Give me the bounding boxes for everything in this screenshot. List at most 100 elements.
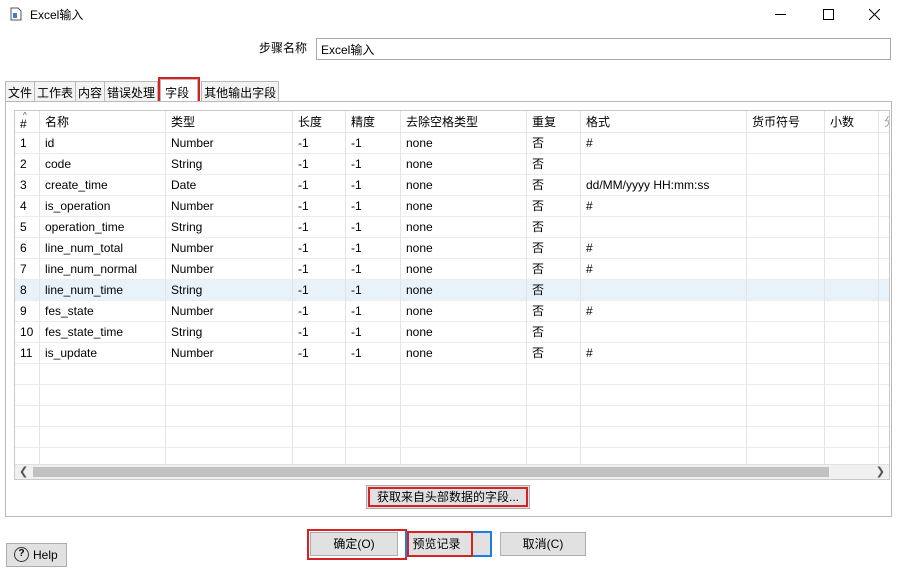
tab-content[interactable]: 内容	[75, 81, 106, 101]
cell-precision[interactable]	[346, 427, 401, 448]
cell-decimal[interactable]	[825, 154, 879, 175]
cell-repeat[interactable]: 否	[527, 196, 581, 217]
cell-repeat[interactable]: 否	[527, 280, 581, 301]
cell-currency[interactable]	[747, 280, 825, 301]
scroll-left-icon[interactable]: ❮	[19, 465, 28, 479]
cell-format[interactable]: #	[581, 133, 747, 154]
cell-length[interactable]: -1	[293, 154, 346, 175]
cell-format[interactable]: #	[581, 343, 747, 364]
cell-grouping[interactable]	[879, 385, 889, 406]
tab-file[interactable]: 文件	[5, 81, 36, 101]
scroll-right-icon[interactable]: ❯	[876, 465, 885, 479]
cell-precision[interactable]: -1	[346, 343, 401, 364]
cell-grouping[interactable]	[879, 175, 889, 196]
horizontal-scrollbar[interactable]: ❮ ❯	[15, 464, 889, 479]
cell-format[interactable]: #	[581, 259, 747, 280]
table-row[interactable]: 5 operation_time String -1 -1 none 否	[15, 217, 889, 238]
table-row[interactable]	[15, 406, 889, 427]
cell-precision[interactable]: -1	[346, 133, 401, 154]
cell-decimal[interactable]	[825, 217, 879, 238]
cell-length[interactable]	[293, 427, 346, 448]
table-row[interactable]	[15, 385, 889, 406]
cell-name[interactable]: line_num_time	[40, 280, 166, 301]
cell-name[interactable]: id	[40, 133, 166, 154]
cell-grouping[interactable]	[879, 280, 889, 301]
column-header-length[interactable]: 长度	[293, 111, 346, 133]
cell-decimal[interactable]	[825, 196, 879, 217]
cell-trim-type[interactable]: none	[401, 301, 527, 322]
cell-precision[interactable]: -1	[346, 175, 401, 196]
cell-currency[interactable]	[747, 364, 825, 385]
cell-name[interactable]: create_time	[40, 175, 166, 196]
cell-currency[interactable]	[747, 175, 825, 196]
cell-precision[interactable]: -1	[346, 322, 401, 343]
cell-decimal[interactable]	[825, 427, 879, 448]
cell-format[interactable]	[581, 322, 747, 343]
cell-length[interactable]: -1	[293, 343, 346, 364]
cell-length[interactable]: -1	[293, 322, 346, 343]
cell-decimal[interactable]	[825, 385, 879, 406]
cell-format[interactable]	[581, 154, 747, 175]
cell-repeat[interactable]: 否	[527, 217, 581, 238]
table-row[interactable]: 4 is_operation Number -1 -1 none 否 #	[15, 196, 889, 217]
cell-name[interactable]	[40, 406, 166, 427]
cell-trim-type[interactable]: none	[401, 196, 527, 217]
cell-trim-type[interactable]	[401, 385, 527, 406]
cell-type[interactable]	[166, 385, 293, 406]
cell-format[interactable]	[581, 385, 747, 406]
cell-precision[interactable]: -1	[346, 259, 401, 280]
cell-repeat[interactable]: 否	[527, 322, 581, 343]
cell-precision[interactable]: -1	[346, 154, 401, 175]
cell-type[interactable]	[166, 427, 293, 448]
cell-name[interactable]: is_operation	[40, 196, 166, 217]
cell-precision[interactable]: -1	[346, 280, 401, 301]
cell-grouping[interactable]	[879, 133, 889, 154]
cell-name[interactable]: operation_time	[40, 217, 166, 238]
cell-precision[interactable]: -1	[346, 238, 401, 259]
cell-name[interactable]: line_num_normal	[40, 259, 166, 280]
column-header-type[interactable]: 类型	[166, 111, 293, 133]
cell-precision[interactable]: -1	[346, 301, 401, 322]
cell-length[interactable]: -1	[293, 238, 346, 259]
cell-type[interactable]: Number	[166, 196, 293, 217]
cell-repeat[interactable]: 否	[527, 175, 581, 196]
preview-button[interactable]: 预览记录	[405, 531, 492, 557]
step-name-input[interactable]	[316, 38, 891, 60]
cell-length[interactable]: -1	[293, 196, 346, 217]
close-button[interactable]	[851, 0, 897, 28]
column-header-format[interactable]: 格式	[581, 111, 747, 133]
cell-decimal[interactable]	[825, 280, 879, 301]
cell-repeat[interactable]: 否	[527, 154, 581, 175]
table-row[interactable]: 1 id Number -1 -1 none 否 #	[15, 133, 889, 154]
cell-type[interactable]: String	[166, 322, 293, 343]
cell-trim-type[interactable]	[401, 427, 527, 448]
cell-name[interactable]: fes_state_time	[40, 322, 166, 343]
table-row[interactable]: 10 fes_state_time String -1 -1 none 否	[15, 322, 889, 343]
maximize-button[interactable]	[805, 0, 851, 28]
cell-grouping[interactable]	[879, 343, 889, 364]
cell-name[interactable]: line_num_total	[40, 238, 166, 259]
ok-button[interactable]: 确定(O)	[307, 529, 407, 560]
cell-type[interactable]	[166, 406, 293, 427]
cell-grouping[interactable]	[879, 154, 889, 175]
cell-decimal[interactable]	[825, 175, 879, 196]
cell-trim-type[interactable]: none	[401, 343, 527, 364]
cell-grouping[interactable]	[879, 301, 889, 322]
get-fields-from-header-button[interactable]: 获取来自头部数据的字段...	[366, 485, 530, 509]
cell-format[interactable]	[581, 364, 747, 385]
cell-currency[interactable]	[747, 427, 825, 448]
scrollbar-thumb[interactable]	[33, 467, 829, 477]
cell-trim-type[interactable]: none	[401, 280, 527, 301]
cell-grouping[interactable]	[879, 364, 889, 385]
cell-grouping[interactable]	[879, 196, 889, 217]
cell-currency[interactable]	[747, 406, 825, 427]
cell-grouping[interactable]	[879, 238, 889, 259]
cell-format[interactable]	[581, 217, 747, 238]
tab-other-output-fields[interactable]: 其他输出字段	[201, 81, 280, 101]
cell-trim-type[interactable]	[401, 406, 527, 427]
cell-length[interactable]	[293, 385, 346, 406]
cell-currency[interactable]	[747, 238, 825, 259]
cell-decimal[interactable]	[825, 343, 879, 364]
cell-name[interactable]: fes_state	[40, 301, 166, 322]
cell-format[interactable]	[581, 427, 747, 448]
